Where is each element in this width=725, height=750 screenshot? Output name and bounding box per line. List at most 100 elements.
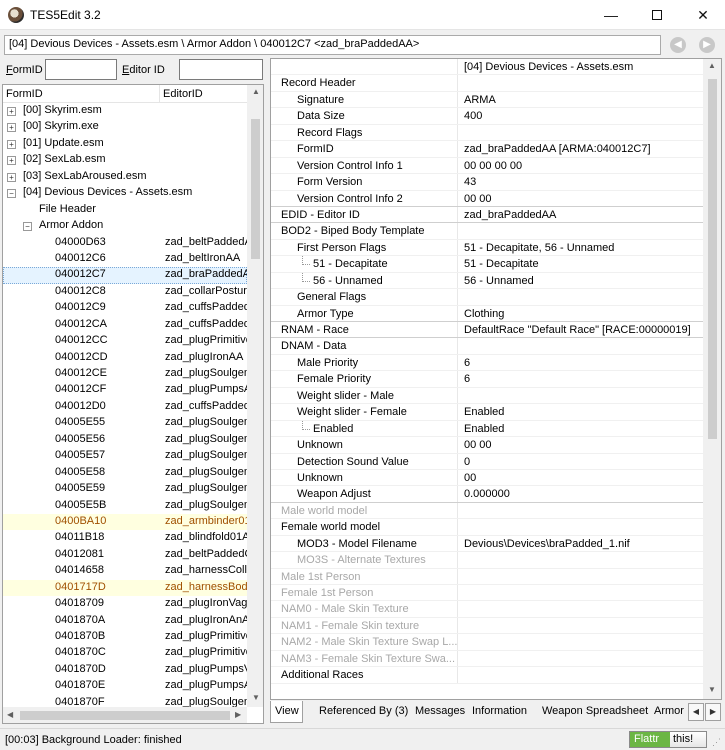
scroll-up-icon[interactable]: ▲	[708, 61, 716, 70]
record-field-row[interactable]: Enabled Enabled	[271, 420, 703, 438]
tree-root-item[interactable]: + [01] Update.esm	[3, 136, 247, 152]
tree-record-row[interactable]: 0401870E zad_plugPumpsAnAA	[3, 678, 247, 694]
tab-messages[interactable]: Messages	[411, 701, 468, 723]
expand-icon[interactable]: +	[7, 172, 16, 182]
record-field-row[interactable]: First Person Flags 51 - Decapitate, 56 - …	[271, 239, 703, 257]
tree-record-row[interactable]: 04018709 zad_plugIronVagAA	[3, 596, 247, 612]
view-vertical-scrollbar[interactable]: ▲ ▼	[703, 59, 721, 699]
tab-view[interactable]: View	[270, 701, 303, 723]
record-field-row[interactable]: NAM2 - Male Skin Texture Swap L...	[271, 634, 703, 651]
record-field-row[interactable]: Weapon Adjust 0.000000	[271, 486, 703, 503]
tree-record-row[interactable]: 040012C7 zad_braPaddedAA	[3, 267, 247, 284]
tree-record-row[interactable]: 040012CD zad_plugIronAA	[3, 350, 247, 366]
record-field-row[interactable]: Record Header	[271, 75, 703, 92]
tree-record-row[interactable]: 0401870C zad_plugPrimitiveAA	[3, 645, 247, 661]
record-field-row[interactable]: Weight slider - Female Enabled	[271, 404, 703, 421]
record-field-row[interactable]: Detection Sound Value 0	[271, 453, 703, 470]
tab-scroll-left-icon[interactable]: ◀	[688, 703, 704, 721]
tree-record-row[interactable]: 04012081 zad_beltPaddedOpenAA	[3, 547, 247, 563]
record-field-row[interactable]: 56 - Unnamed 56 - Unnamed	[271, 272, 703, 290]
tree-root-item[interactable]: + [02] SexLab.esm	[3, 152, 247, 168]
scroll-thumb[interactable]	[251, 119, 260, 259]
record-field-row[interactable]: Male Priority 6	[271, 354, 703, 372]
tree-record-row[interactable]: 04005E57 zad_plugSoulgemAA	[3, 448, 247, 464]
tab-armor[interactable]: Armor	[650, 701, 687, 723]
record-field-row[interactable]: 51 - Decapitate 51 - Decapitate	[271, 256, 703, 273]
tab-scroll-right-icon[interactable]: ▶	[705, 703, 721, 721]
record-field-row[interactable]: Unknown 00	[271, 469, 703, 487]
record-tree[interactable]: FormID EditorID + [00] Skyrim.esm + [00] Sk…	[2, 84, 264, 724]
record-field-row[interactable]: MOD3 - Model Filename Devious\Devices\bra…	[271, 535, 703, 553]
expand-icon[interactable]: +	[7, 123, 16, 133]
scroll-right-icon[interactable]: ▶	[235, 710, 241, 719]
tree-record-row[interactable]: 0401870B zad_plugPrimitiveAA	[3, 629, 247, 645]
record-field-row[interactable]: Weight slider - Male	[271, 387, 703, 405]
tree-record-row[interactable]: 040012C9 zad_cuffsPaddedAA	[3, 300, 247, 316]
record-field-row[interactable]: Male 1st Person	[271, 568, 703, 585]
record-field-row[interactable]: Signature ARMA	[271, 91, 703, 109]
record-field-row[interactable]: DNAM - Data	[271, 338, 703, 355]
editorid-filter-input[interactable]	[179, 59, 263, 80]
tree-root-item[interactable]: + [00] Skyrim.esm	[3, 103, 247, 119]
tree-file-header[interactable]: File Header	[3, 202, 247, 218]
expand-icon[interactable]: +	[7, 156, 16, 166]
tree-record-row[interactable]: 04005E58 zad_plugSoulgemAA	[3, 465, 247, 481]
tree-horizontal-scrollbar[interactable]: ◀ ▶	[3, 707, 247, 723]
scroll-down-icon[interactable]: ▼	[252, 693, 260, 702]
tab-information[interactable]: Information	[468, 701, 530, 723]
record-field-row[interactable]: Form Version 43	[271, 174, 703, 191]
record-path-field[interactable]: [04] Devious Devices - Assets.esm \ Armo…	[4, 35, 661, 55]
tree-record-row[interactable]: 04000D63 zad_beltPaddedAA	[3, 235, 247, 251]
tree-root-item[interactable]: − [04] Devious Devices - Assets.esm	[3, 185, 247, 201]
tree-record-row[interactable]: 040012CC zad_plugPrimitiveAA	[3, 333, 247, 349]
resize-grip-icon[interactable]: ⋰	[712, 737, 721, 748]
tree-record-row[interactable]: 0401870A zad_plugIronAnAA	[3, 613, 247, 629]
record-view[interactable]: [04] Devious Devices - Assets.esm Record…	[270, 58, 722, 700]
close-button[interactable]: ✕	[680, 0, 725, 30]
collapse-icon[interactable]: −	[23, 222, 32, 232]
record-field-row[interactable]: Version Control Info 2 00 00	[271, 190, 703, 207]
record-field-row[interactable]: Unknown 00 00	[271, 437, 703, 454]
tree-record-row[interactable]: 040012C6 zad_beltIronAA	[3, 251, 247, 267]
maximize-button[interactable]	[634, 0, 680, 30]
collapse-icon[interactable]: −	[7, 189, 16, 199]
expand-icon[interactable]: +	[7, 107, 16, 116]
tree-record-row[interactable]: 04014658 zad_harnessCollarAA	[3, 563, 247, 579]
tree-record-row[interactable]: 040012CF zad_plugPumpsAA	[3, 382, 247, 398]
record-field-row[interactable]: RNAM - Race DefaultRace "Default Race" [R…	[271, 322, 703, 339]
record-field-row[interactable]: Additional Races	[271, 667, 703, 684]
tree-record-row[interactable]: 040012D0 zad_cuffsPaddedAA	[3, 399, 247, 415]
record-field-row[interactable]: NAM3 - Female Skin Texture Swa...	[271, 650, 703, 668]
tree-record-row[interactable]: 04011B18 zad_blindfold01AA	[3, 530, 247, 546]
tree-record-row[interactable]: 0401717D zad_harnessBodyAA	[3, 579, 247, 597]
minimize-button[interactable]: —	[588, 0, 634, 30]
tree-root-item[interactable]: + [03] SexLabAroused.esm	[3, 169, 247, 185]
tree-record-row[interactable]: 040012C8 zad_collarPostureAA	[3, 284, 247, 300]
record-field-row[interactable]: FormID zad_braPaddedAA [ARMA:040012C7]	[271, 141, 703, 158]
scroll-thumb[interactable]	[20, 711, 230, 720]
expand-icon[interactable]: +	[7, 139, 16, 149]
record-field-row[interactable]: General Flags	[271, 289, 703, 306]
record-field-row[interactable]: NAM1 - Female Skin texture	[271, 617, 703, 635]
tree-group-armor-addon[interactable]: − Armor Addon	[3, 218, 247, 234]
tree-record-row[interactable]: 04005E56 zad_plugSoulgemAA	[3, 432, 247, 448]
record-field-row[interactable]: BOD2 - Biped Body Template	[271, 223, 703, 240]
tree-record-row[interactable]: 040012CA zad_cuffsPaddedAA	[3, 317, 247, 333]
tree-root-item[interactable]: + [00] Skyrim.exe	[3, 119, 247, 135]
tab-weapon-spreadsheet[interactable]: Weapon Spreadsheet	[538, 701, 651, 723]
record-field-row[interactable]: Data Size 400	[271, 108, 703, 125]
record-field-row[interactable]: NAM0 - Male Skin Texture	[271, 601, 703, 618]
scroll-thumb[interactable]	[708, 79, 717, 439]
tree-record-row[interactable]: 0401870D zad_plugPumpsVagAA	[3, 662, 247, 678]
scroll-up-icon[interactable]: ▲	[252, 87, 260, 96]
record-field-row[interactable]: EDID - Editor ID zad_braPaddedAA	[271, 206, 703, 224]
formid-column-header[interactable]: FormID	[6, 88, 43, 100]
forward-arrow-icon[interactable]: ▶	[699, 37, 715, 53]
record-field-row[interactable]: Female 1st Person	[271, 585, 703, 602]
tree-record-row[interactable]: 04005E5B zad_plugSoulgemAA	[3, 498, 247, 514]
tree-record-row[interactable]: 0400BA10 zad_armbinder01AA	[3, 513, 247, 531]
tree-record-row[interactable]: 040012CE zad_plugSoulgemAA	[3, 366, 247, 382]
record-field-row[interactable]: Female Priority 6	[271, 371, 703, 388]
tree-record-row[interactable]: 04005E59 zad_plugSoulgemAA	[3, 481, 247, 497]
record-field-row[interactable]: MO3S - Alternate Textures	[271, 552, 703, 569]
